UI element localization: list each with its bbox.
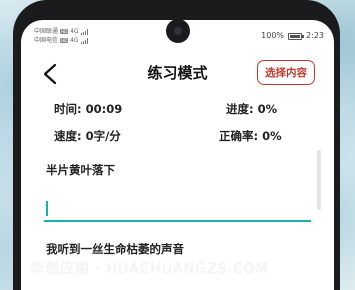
accuracy-stat: 正确率: 0%: [219, 129, 282, 143]
text-cursor: [46, 201, 48, 216]
app-screen: 中国联通 HD 4G 中国电信 HD 4G 100% 2:23 练习模式 选择内…: [21, 20, 334, 290]
scrollbar[interactable]: [317, 150, 321, 210]
next-practice-line: 我听到一丝生命枯萎的声音: [46, 242, 184, 256]
network-1-label: 4G: [70, 28, 79, 35]
signal-1-icon: [80, 28, 88, 35]
battery-percent: 100%: [261, 31, 285, 40]
select-content-button[interactable]: 选择内容: [257, 60, 315, 85]
watermark-text: 华创应用 · HUACHUANGZS.COM: [30, 261, 269, 277]
carrier-1-label: 中国联通: [34, 28, 59, 35]
elapsed-time: 时间: 00:09: [54, 102, 123, 116]
clock: 2:23: [306, 31, 324, 40]
status-bar-carriers: 中国联通 HD 4G 中国电信 HD 4G: [34, 27, 88, 45]
current-practice-line: 半片黄叶落下: [46, 163, 115, 177]
title-bar: 练习模式 选择内容: [21, 60, 334, 88]
signal-2-icon: [80, 37, 88, 44]
network-2-label: 4G: [70, 37, 79, 44]
camera-lens-icon: [174, 27, 182, 35]
hd-badge-2-icon: HD: [60, 38, 69, 43]
status-bar-right: 100% 2:23: [261, 31, 324, 41]
speed-stat: 速度: 0字/分: [54, 129, 121, 143]
hd-badge-icon: HD: [60, 29, 69, 34]
progress-stat: 进度: 0%: [226, 102, 278, 116]
front-camera-notch: [166, 19, 190, 43]
typing-input[interactable]: [44, 197, 311, 222]
carrier-2-label: 中国电信: [34, 37, 59, 44]
battery-icon: [288, 32, 305, 40]
